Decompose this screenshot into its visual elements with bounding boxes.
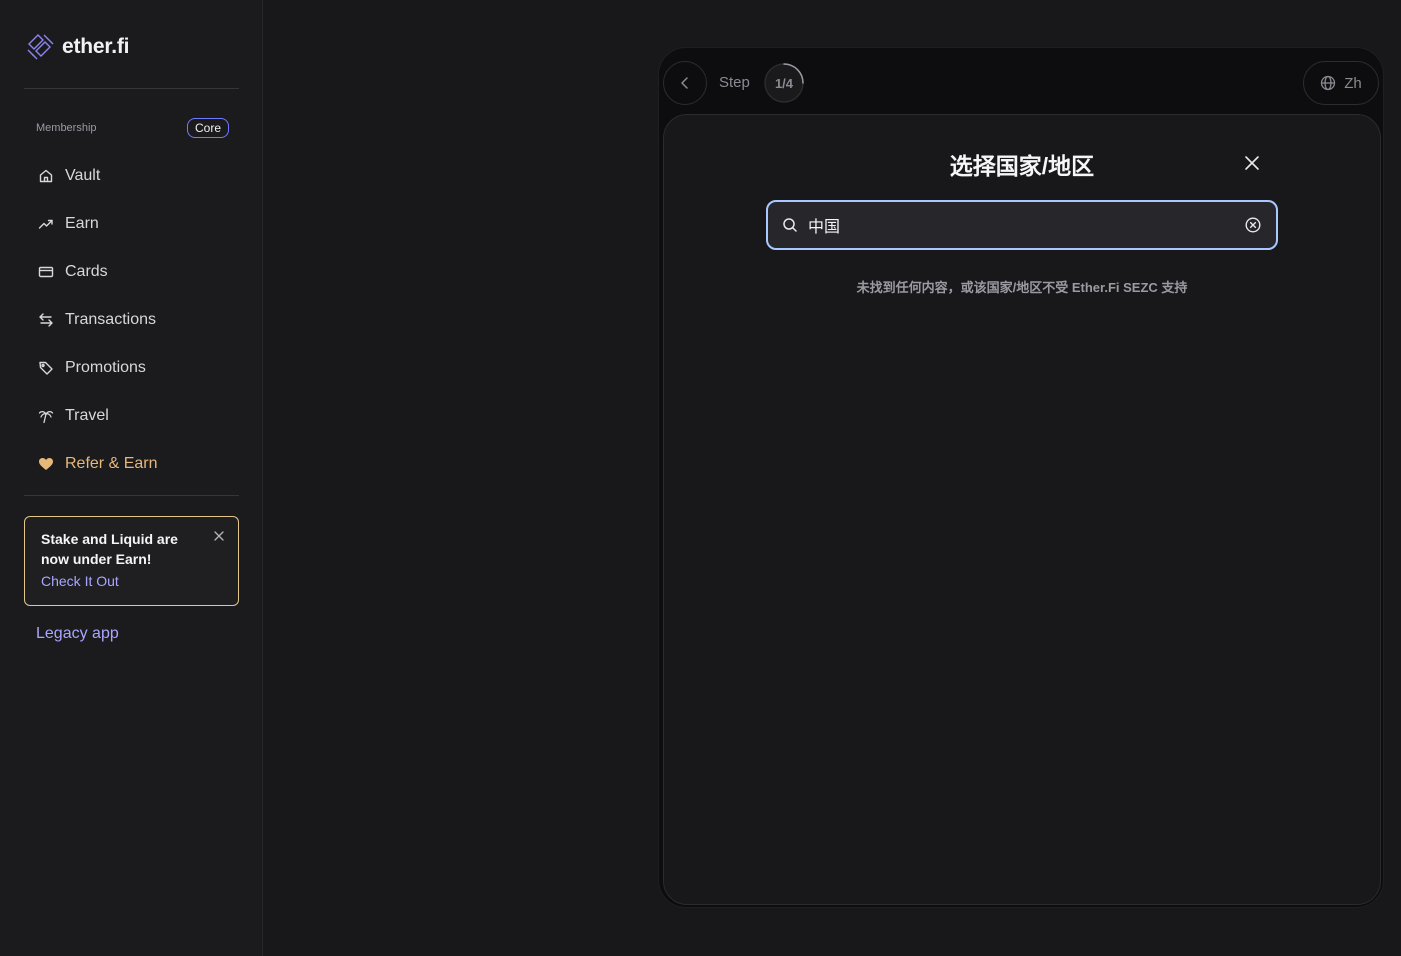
promo-link[interactable]: Check It Out (41, 573, 222, 589)
logo[interactable]: ether.fi (24, 30, 129, 64)
modal-title: 选择国家/地区 (949, 153, 1095, 179)
sidebar: ether.fi Membership Core Vault Earn Card… (0, 0, 263, 956)
sidebar-item-earn[interactable]: Earn (24, 200, 239, 248)
language-label: Zh (1344, 74, 1362, 92)
clear-circle-icon[interactable] (1244, 216, 1262, 234)
tag-icon (39, 361, 53, 375)
sidebar-item-vault[interactable]: Vault (24, 152, 239, 200)
sidebar-item-travel[interactable]: Travel (24, 392, 239, 440)
chevron-left-icon (681, 77, 688, 89)
trending-up-icon (38, 219, 53, 229)
sidebar-divider (24, 495, 239, 496)
close-icon[interactable] (212, 529, 226, 543)
sidebar-divider (24, 88, 239, 89)
sidebar-item-label: Earn (65, 215, 99, 232)
country-search-input[interactable] (806, 215, 1236, 235)
sidebar-item-label: Promotions (65, 359, 146, 376)
membership-tier-badge[interactable]: Core (186, 118, 229, 138)
sidebar-item-label: Vault (65, 167, 101, 184)
heart-icon (39, 458, 53, 470)
empty-results-message: 未找到任何内容，或该国家/地区不受 Ether.Fi SEZC 支持 (856, 280, 1188, 295)
membership-label: Membership (36, 122, 97, 134)
etherfi-logo-icon (27, 34, 54, 60)
promo-card: Stake and Liquid are now under Earn! Che… (24, 516, 239, 606)
sidebar-item-label: Transactions (65, 311, 156, 328)
membership-row: Membership Core (24, 116, 229, 140)
sidebar-item-promotions[interactable]: Promotions (24, 344, 239, 392)
close-icon[interactable] (1242, 153, 1262, 173)
sidebar-nav: Vault Earn Cards Transactions Promotions (24, 152, 239, 488)
language-selector[interactable]: Zh (1303, 61, 1379, 105)
sidebar-item-label: Travel (65, 407, 109, 424)
logo-text: ether.fi (62, 35, 130, 58)
country-select-modal: 选择国家/地区 未找到任何内容，或该国家/地区不受 Ether.Fi SEZC … (663, 114, 1381, 905)
palm-tree-icon (38, 410, 54, 424)
step-label: Step (719, 74, 750, 91)
sidebar-item-label: Cards (65, 263, 108, 280)
sidebar-item-transactions[interactable]: Transactions (24, 296, 239, 344)
onboarding-panel: Step 1/4 Zh 选择国家/地区 未找到任何内容，或该国家/地区不受 Et… (658, 47, 1384, 908)
sidebar-item-cards[interactable]: Cards (24, 248, 239, 296)
arrows-swap-icon (39, 313, 53, 327)
promo-text: Stake and Liquid are now under Earn! (41, 531, 178, 567)
legacy-app-link[interactable]: Legacy app (36, 625, 119, 643)
home-icon (39, 169, 53, 183)
back-button[interactable] (663, 61, 707, 105)
search-icon (783, 218, 797, 232)
globe-icon (1321, 75, 1336, 91)
sidebar-item-label: Refer & Earn (65, 455, 158, 472)
card-icon (38, 266, 54, 278)
sidebar-item-refer-earn[interactable]: Refer & Earn (24, 440, 239, 488)
step-value: 1/4 (774, 75, 794, 91)
country-search-box (766, 200, 1278, 250)
step-progress-badge: 1/4 (763, 62, 805, 104)
